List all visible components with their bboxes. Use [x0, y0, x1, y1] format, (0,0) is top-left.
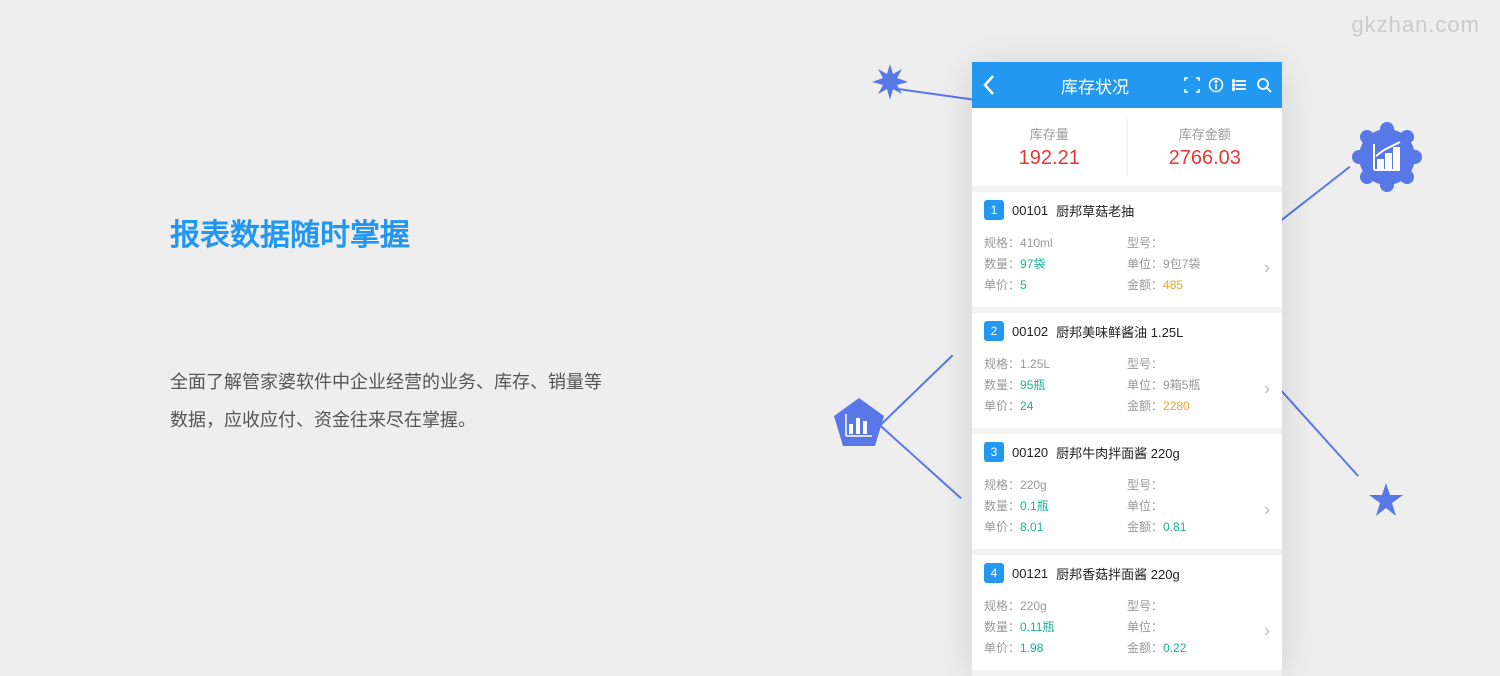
spec-label: 规格：: [984, 236, 1020, 250]
connector-line: [1280, 166, 1351, 222]
qty-label: 数量：: [984, 620, 1020, 634]
back-button[interactable]: [982, 74, 1006, 96]
growth-chart-icon: [1350, 120, 1424, 194]
amount-value: 0.81: [1163, 520, 1186, 534]
stock-quantity-value: 192.21: [972, 147, 1127, 170]
item-name: 厨邦美味鲜酱油 1.25L: [1056, 322, 1183, 341]
chevron-right-icon: ›: [1264, 378, 1270, 399]
item-index: 4: [984, 563, 1004, 583]
model-label: 型号：: [1127, 357, 1163, 371]
connector-line: [1281, 390, 1359, 477]
stock-amount-card: 库存金额 2766.03: [1128, 118, 1283, 176]
connector-line: [880, 355, 953, 426]
scan-icon[interactable]: [1184, 77, 1200, 93]
summary-panel: 库存量 192.21 库存金额 2766.03: [972, 108, 1282, 192]
amount-value: 485: [1163, 278, 1183, 292]
stock-quantity-card: 库存量 192.21: [972, 118, 1128, 176]
connector-line: [879, 424, 962, 499]
model-label: 型号：: [1127, 478, 1163, 492]
price-label: 单价：: [984, 641, 1020, 655]
price-label: 单价：: [984, 278, 1020, 292]
amount-label: 金额：: [1127, 278, 1163, 292]
item-name: 厨邦香菇拌面酱 220g: [1056, 564, 1180, 583]
spec-value: 1.25L: [1020, 357, 1050, 371]
qty-value: 0.1瓶: [1020, 499, 1049, 513]
chevron-right-icon: ›: [1264, 257, 1270, 278]
bar-chart-icon: [832, 396, 886, 450]
stock-amount-label: 库存金额: [1128, 124, 1283, 143]
price-value: 5: [1020, 278, 1027, 292]
item-index: 2: [984, 321, 1004, 341]
inventory-item[interactable]: 3 00120 厨邦牛肉拌面酱 220g 规格：220g 型号： 数量：0.1瓶…: [972, 434, 1282, 555]
spec-value: 410ml: [1020, 236, 1053, 250]
app-header: 库存状况: [972, 62, 1282, 108]
amount-label: 金额：: [1127, 641, 1163, 655]
spec-label: 规格：: [984, 599, 1020, 613]
watermark: gkzhan.com: [1351, 12, 1480, 38]
item-index: 1: [984, 200, 1004, 220]
spec-value: 220g: [1020, 599, 1047, 613]
amount-value: 0.22: [1163, 641, 1186, 655]
qty-value: 95瓶: [1020, 378, 1045, 392]
marketing-text: 报表数据随时掌握 全面了解管家婆软件中企业经营的业务、库存、销量等数据，应收应付…: [170, 210, 610, 440]
inventory-item[interactable]: 4 00121 厨邦香菇拌面酱 220g 规格：220g 型号： 数量：0.11…: [972, 555, 1282, 676]
connector-line: [898, 88, 977, 101]
search-icon[interactable]: [1256, 77, 1272, 93]
list-icon[interactable]: [1232, 77, 1248, 93]
inventory-item[interactable]: 1 00101 厨邦草菇老抽 规格：410ml 型号： 数量：97袋 单位：9包…: [972, 192, 1282, 313]
model-label: 型号：: [1127, 599, 1163, 613]
spec-label: 规格：: [984, 478, 1020, 492]
item-name: 厨邦牛肉拌面酱 220g: [1056, 443, 1180, 462]
item-code: 00101: [1012, 203, 1048, 218]
qty-value: 97袋: [1020, 257, 1045, 271]
item-code: 00102: [1012, 324, 1048, 339]
mobile-app-screen: 库存状况 库存量 192.21 库存金额 2766.03 1 00101 厨邦草…: [972, 62, 1282, 676]
price-value: 24: [1020, 399, 1033, 413]
model-label: 型号：: [1127, 236, 1163, 250]
qty-value: 0.11瓶: [1020, 620, 1054, 634]
spec-label: 规格：: [984, 357, 1020, 371]
page-title: 报表数据随时掌握: [170, 210, 610, 254]
unit-value: 9箱5瓶: [1163, 378, 1200, 392]
price-value: 8.01: [1020, 520, 1043, 534]
price-label: 单价：: [984, 520, 1020, 534]
qty-label: 数量：: [984, 378, 1020, 392]
qty-label: 数量：: [984, 257, 1020, 271]
unit-label: 单位：: [1127, 499, 1163, 513]
item-name: 厨邦草菇老抽: [1056, 201, 1134, 220]
screen-title: 库存状况: [1006, 73, 1184, 98]
star-icon: [1368, 482, 1404, 518]
inventory-item[interactable]: 2 00102 厨邦美味鲜酱油 1.25L 规格：1.25L 型号： 数量：95…: [972, 313, 1282, 434]
qty-label: 数量：: [984, 499, 1020, 513]
chevron-right-icon: ›: [1264, 620, 1270, 641]
amount-value: 2280: [1163, 399, 1190, 413]
item-code: 00120: [1012, 445, 1048, 460]
page-description: 全面了解管家婆软件中企业经营的业务、库存、销量等数据，应收应付、资金往来尽在掌握…: [170, 364, 610, 440]
inventory-list: 1 00101 厨邦草菇老抽 规格：410ml 型号： 数量：97袋 单位：9包…: [972, 192, 1282, 676]
stock-amount-value: 2766.03: [1128, 147, 1283, 170]
amount-label: 金额：: [1127, 520, 1163, 534]
unit-label: 单位：: [1127, 257, 1163, 271]
stock-quantity-label: 库存量: [972, 124, 1127, 143]
info-icon[interactable]: [1208, 77, 1224, 93]
price-value: 1.98: [1020, 641, 1043, 655]
amount-label: 金额：: [1127, 399, 1163, 413]
chevron-right-icon: ›: [1264, 499, 1270, 520]
burst-icon: [872, 64, 908, 100]
spec-value: 220g: [1020, 478, 1047, 492]
item-code: 00121: [1012, 566, 1048, 581]
item-index: 3: [984, 442, 1004, 462]
unit-value: 9包7袋: [1163, 257, 1200, 271]
price-label: 单价：: [984, 399, 1020, 413]
unit-label: 单位：: [1127, 620, 1163, 634]
unit-label: 单位：: [1127, 378, 1163, 392]
